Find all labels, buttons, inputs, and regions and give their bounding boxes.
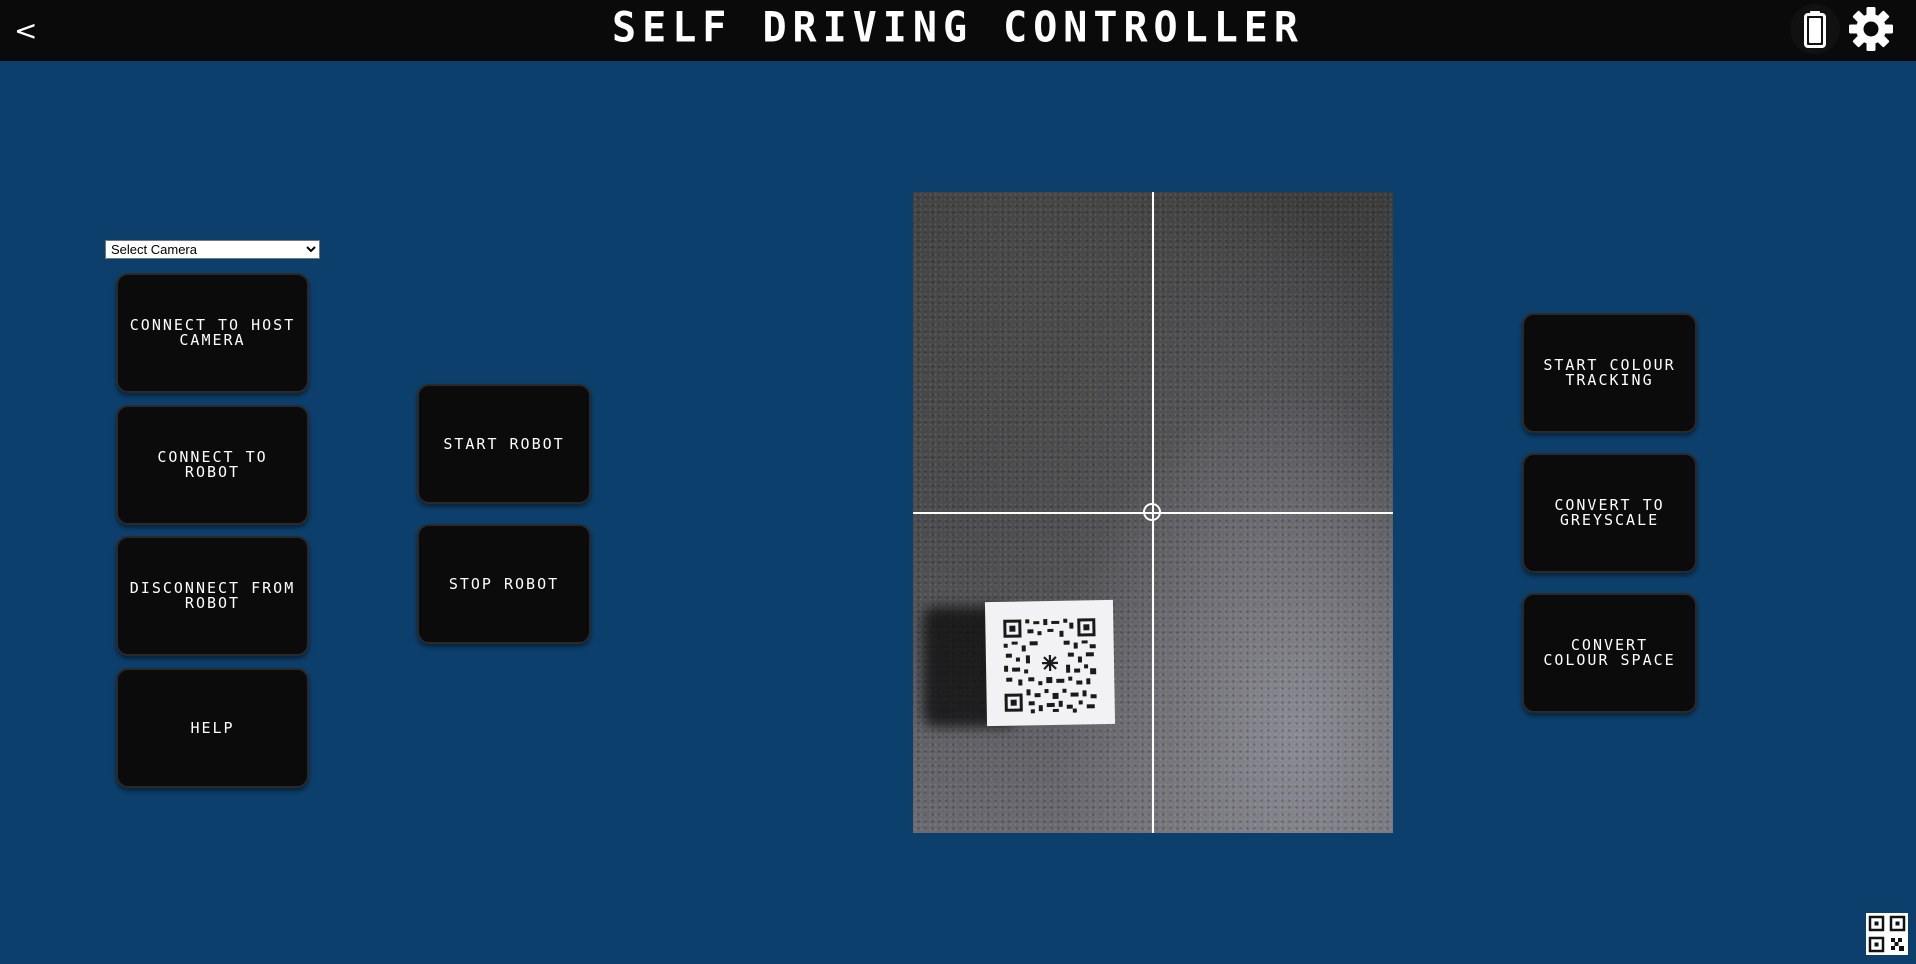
- qr-code-image: [1003, 618, 1097, 714]
- help-label: HELP: [190, 718, 235, 737]
- start-colour-tracking-button[interactable]: START COLOUR TRACKING: [1522, 313, 1697, 433]
- top-bar: < SELF DRIVING CONTROLLER: [0, 0, 1916, 61]
- convert-colour-space-button[interactable]: CONVERT COLOUR SPACE: [1522, 593, 1697, 713]
- stop-robot-button[interactable]: STOP ROBOT: [417, 524, 591, 644]
- stop-robot-label: STOP ROBOT: [448, 574, 560, 593]
- start-robot-label: START ROBOT: [443, 434, 565, 453]
- disconnect-robot-button[interactable]: DISCONNECT FROM ROBOT: [116, 536, 309, 656]
- qr-scan-button[interactable]: [1866, 913, 1908, 955]
- settings-button[interactable]: [1846, 4, 1896, 54]
- battery-button[interactable]: [1790, 4, 1840, 54]
- disconnect-robot-label: DISCONNECT FROM ROBOT: [129, 579, 296, 612]
- camera-feed: [913, 192, 1393, 833]
- battery-icon: [1804, 11, 1826, 48]
- crosshair-center: [1143, 503, 1161, 521]
- convert-greyscale-label: CONVERT TO GREYSCALE: [1554, 496, 1665, 529]
- start-colour-tracking-label: START COLOUR TRACKING: [1543, 356, 1676, 389]
- connect-robot-button[interactable]: CONNECT TO ROBOT: [116, 405, 309, 525]
- page-title: SELF DRIVING CONTROLLER: [612, 3, 1304, 53]
- convert-colour-space-label: CONVERT COLOUR SPACE: [1543, 636, 1676, 669]
- help-button[interactable]: HELP: [116, 668, 309, 788]
- camera-select[interactable]: Select Camera: [105, 240, 320, 259]
- connect-host-camera-button[interactable]: CONNECT TO HOST CAMERA: [116, 273, 309, 393]
- connect-robot-label: CONNECT TO ROBOT: [157, 448, 268, 481]
- gear-icon: [1849, 7, 1893, 51]
- qr-code-card: [984, 599, 1116, 727]
- convert-greyscale-button[interactable]: CONVERT TO GREYSCALE: [1522, 453, 1697, 573]
- qr-code-icon: [1868, 915, 1906, 953]
- connect-host-camera-label: CONNECT TO HOST CAMERA: [129, 316, 296, 349]
- start-robot-button[interactable]: START ROBOT: [417, 384, 591, 504]
